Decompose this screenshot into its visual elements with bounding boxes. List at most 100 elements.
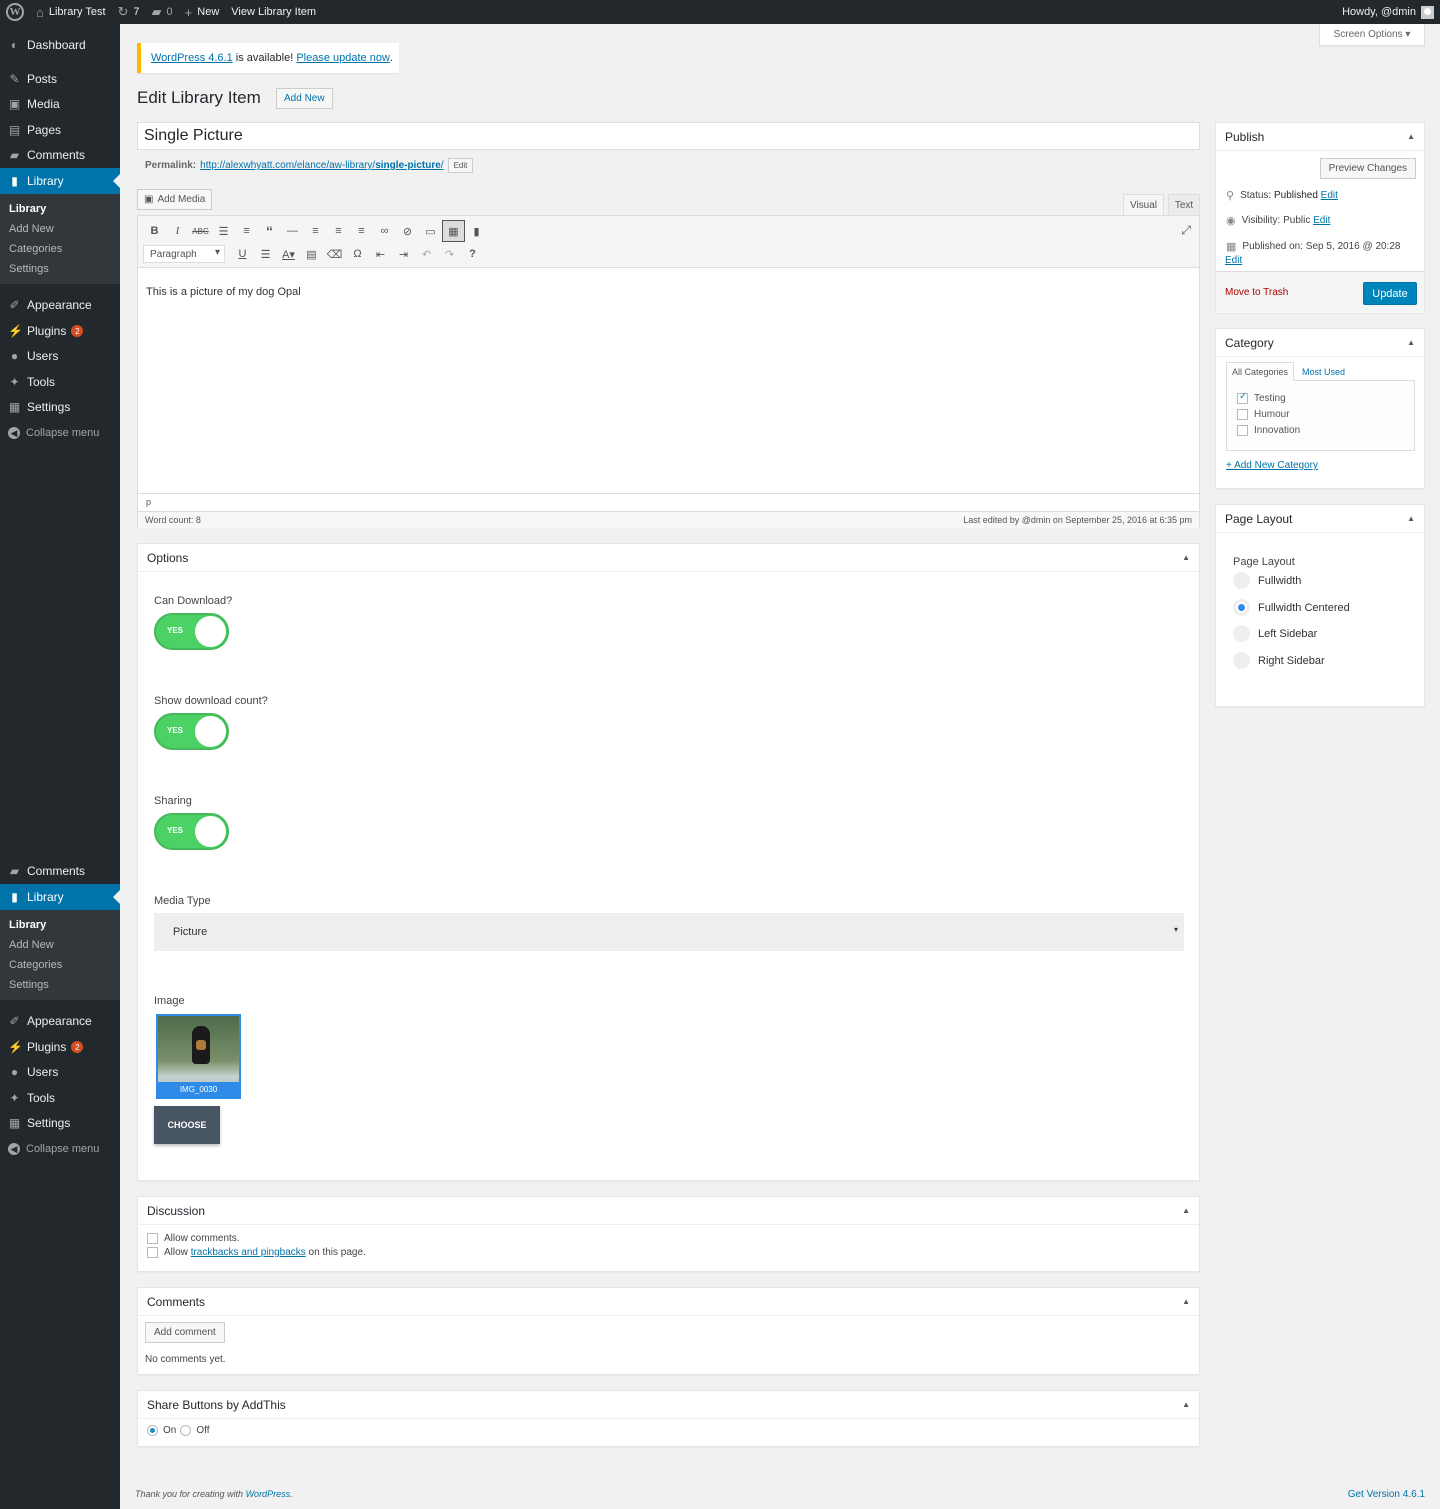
menu-plugins-repeat[interactable]: ⚡ Plugins 2 <box>0 1035 120 1059</box>
layout-radio[interactable] <box>1233 652 1250 669</box>
layout-option[interactable]: Fullwidth <box>1233 572 1301 589</box>
layout-option[interactable]: Left Sidebar <box>1233 625 1317 642</box>
discussion-header[interactable]: Discussion ▲ <box>138 1197 1199 1225</box>
link-icon[interactable]: ∞ <box>373 220 396 242</box>
italic-icon[interactable]: I <box>166 220 189 242</box>
updates-link[interactable]: ↻ 7 <box>112 0 146 24</box>
horizontal-line-icon[interactable]: — <box>281 220 304 242</box>
allow-pingbacks-checkbox[interactable] <box>147 1247 158 1258</box>
special-character-icon[interactable]: Ω <box>346 243 369 265</box>
indent-icon[interactable]: ⇥ <box>392 243 415 265</box>
share-off-radio[interactable] <box>180 1425 192 1436</box>
menu-settings-repeat[interactable]: ▦ Settings <box>0 1111 120 1135</box>
underline-icon[interactable]: U <box>231 243 254 265</box>
numbered-list-icon[interactable]: ≡ <box>235 220 258 242</box>
tab-visual[interactable]: Visual <box>1123 194 1164 216</box>
collapse-arrow-icon[interactable]: ▲ <box>1407 514 1415 523</box>
category-checkbox-testing[interactable] <box>1237 391 1248 404</box>
collapse-arrow-icon[interactable]: ▲ <box>1407 132 1415 141</box>
menu-users[interactable]: ● Users <box>0 344 120 368</box>
sharing-toggle[interactable]: YES <box>154 813 229 850</box>
image-thumbnail[interactable]: IMG_0030 <box>156 1014 241 1099</box>
paste-text-icon[interactable]: ▤ <box>300 243 323 265</box>
category-header[interactable]: Category ▲ <box>1216 329 1424 357</box>
comments-link[interactable]: ▰ 0 <box>146 0 179 24</box>
help-icon[interactable]: ? <box>461 243 484 265</box>
menu-library-repeat[interactable]: ▮ Library <box>0 884 120 910</box>
layout-radio[interactable] <box>1233 599 1250 616</box>
submenu-add-new[interactable]: Add New <box>0 219 120 239</box>
update-now-link[interactable]: Please update now <box>296 52 390 64</box>
new-content-link[interactable]: + New <box>179 0 226 24</box>
add-new-button[interactable]: Add New <box>276 88 333 109</box>
account-menu[interactable]: Howdy, @dmin <box>1336 0 1440 24</box>
align-right-icon[interactable]: ≡ <box>350 220 373 242</box>
submenu-settings[interactable]: Settings <box>0 259 120 279</box>
fullscreen-icon[interactable]: ⤢ <box>1181 223 1191 238</box>
options-header[interactable]: Options ▲ <box>138 544 1199 572</box>
collapse-arrow-icon[interactable]: ▲ <box>1182 1206 1190 1215</box>
view-item-link[interactable]: View Library Item <box>225 0 322 24</box>
menu-media[interactable]: ▣ Media <box>0 92 120 116</box>
menu-plugins[interactable]: ⚡ Plugins 2 <box>0 319 120 343</box>
permalink-link[interactable]: http://alexwhyatt.com/elance/aw-library/… <box>200 160 443 171</box>
collapse-menu-repeat[interactable]: ◀ Collapse menu <box>0 1137 120 1161</box>
post-title-input[interactable] <box>137 122 1200 150</box>
submenu-add-new[interactable]: Add New <box>0 935 120 955</box>
collapse-arrow-icon[interactable]: ▲ <box>1182 1297 1190 1306</box>
outdent-icon[interactable]: ⇤ <box>369 243 392 265</box>
page-layout-header[interactable]: Page Layout ▲ <box>1216 505 1424 533</box>
menu-appearance[interactable]: ✐ Appearance <box>0 293 120 317</box>
allow-comments-checkbox[interactable] <box>147 1233 158 1244</box>
screen-options-button[interactable]: Screen Options ▾ <box>1319 24 1425 46</box>
redo-icon[interactable]: ↷ <box>438 243 461 265</box>
read-more-icon[interactable]: ▭ <box>419 220 442 242</box>
collapse-menu[interactable]: ◀ Collapse menu <box>0 421 120 445</box>
media-type-select[interactable]: Picture <box>154 913 1184 951</box>
add-media-button[interactable]: ▣ Add Media <box>137 189 213 210</box>
undo-icon[interactable]: ↶ <box>415 243 438 265</box>
site-name-link[interactable]: ⌂ Library Test <box>30 0 112 24</box>
collapse-arrow-icon[interactable]: ▲ <box>1182 553 1190 562</box>
clear-formatting-icon[interactable]: ⌫ <box>323 243 346 265</box>
bold-icon[interactable]: B <box>143 220 166 242</box>
can-download-toggle[interactable]: YES <box>154 613 229 650</box>
menu-pages[interactable]: ▤ Pages <box>0 118 120 142</box>
footer-wordpress-link[interactable]: WordPress <box>246 1489 291 1499</box>
choose-button[interactable]: CHOOSE <box>154 1106 220 1144</box>
category-checkbox-innovation[interactable] <box>1237 425 1248 436</box>
update-button[interactable]: Update <box>1363 282 1417 305</box>
menu-posts[interactable]: ✎ Posts <box>0 67 120 91</box>
editor-content[interactable]: This is a picture of my dog Opal <box>138 268 1199 493</box>
menu-library[interactable]: ▮ Library <box>0 168 120 194</box>
text-color-icon[interactable]: A▾ <box>277 243 300 265</box>
menu-appearance-repeat[interactable]: ✐ Appearance <box>0 1009 120 1033</box>
share-on-radio[interactable] <box>147 1425 158 1436</box>
show-count-toggle[interactable]: YES <box>154 713 229 750</box>
wp-logo-menu[interactable]: W <box>0 0 30 24</box>
bullet-list-icon[interactable]: ☰ <box>212 220 235 242</box>
tab-most-used[interactable]: Most Used <box>1302 362 1345 381</box>
collapse-arrow-icon[interactable]: ▲ <box>1182 1400 1190 1409</box>
layout-option[interactable]: Right Sidebar <box>1233 652 1325 669</box>
menu-settings[interactable]: ▦ Settings <box>0 395 120 419</box>
unlink-icon[interactable]: ⊘ <box>396 220 419 242</box>
collapse-arrow-icon[interactable]: ▲ <box>1407 338 1415 347</box>
submenu-settings[interactable]: Settings <box>0 975 120 995</box>
menu-tools-repeat[interactable]: ✦ Tools <box>0 1086 120 1110</box>
tab-all-categories[interactable]: All Categories <box>1226 362 1294 381</box>
visibility-edit-link[interactable]: Edit <box>1313 215 1330 226</box>
blockquote-icon[interactable]: “ <box>258 220 281 242</box>
layout-option[interactable]: Fullwidth Centered <box>1233 599 1350 616</box>
submenu-categories[interactable]: Categories <box>0 239 120 259</box>
menu-dashboard[interactable]: ◐ Dashboard <box>0 33 120 57</box>
menu-comments-repeat[interactable]: ▰ Comments <box>0 859 120 883</box>
add-new-category-link[interactable]: + Add New Category <box>1226 460 1318 471</box>
format-select[interactable]: Paragraph <box>143 245 225 263</box>
submenu-library[interactable]: Library <box>0 199 120 219</box>
get-version-link[interactable]: Get Version 4.6.1 <box>1348 1489 1425 1500</box>
preview-changes-button[interactable]: Preview Changes <box>1319 158 1416 179</box>
trackbacks-link[interactable]: trackbacks and pingbacks <box>191 1247 306 1258</box>
submenu-library[interactable]: Library <box>0 915 120 935</box>
move-to-trash-link[interactable]: Move to Trash <box>1225 287 1288 298</box>
